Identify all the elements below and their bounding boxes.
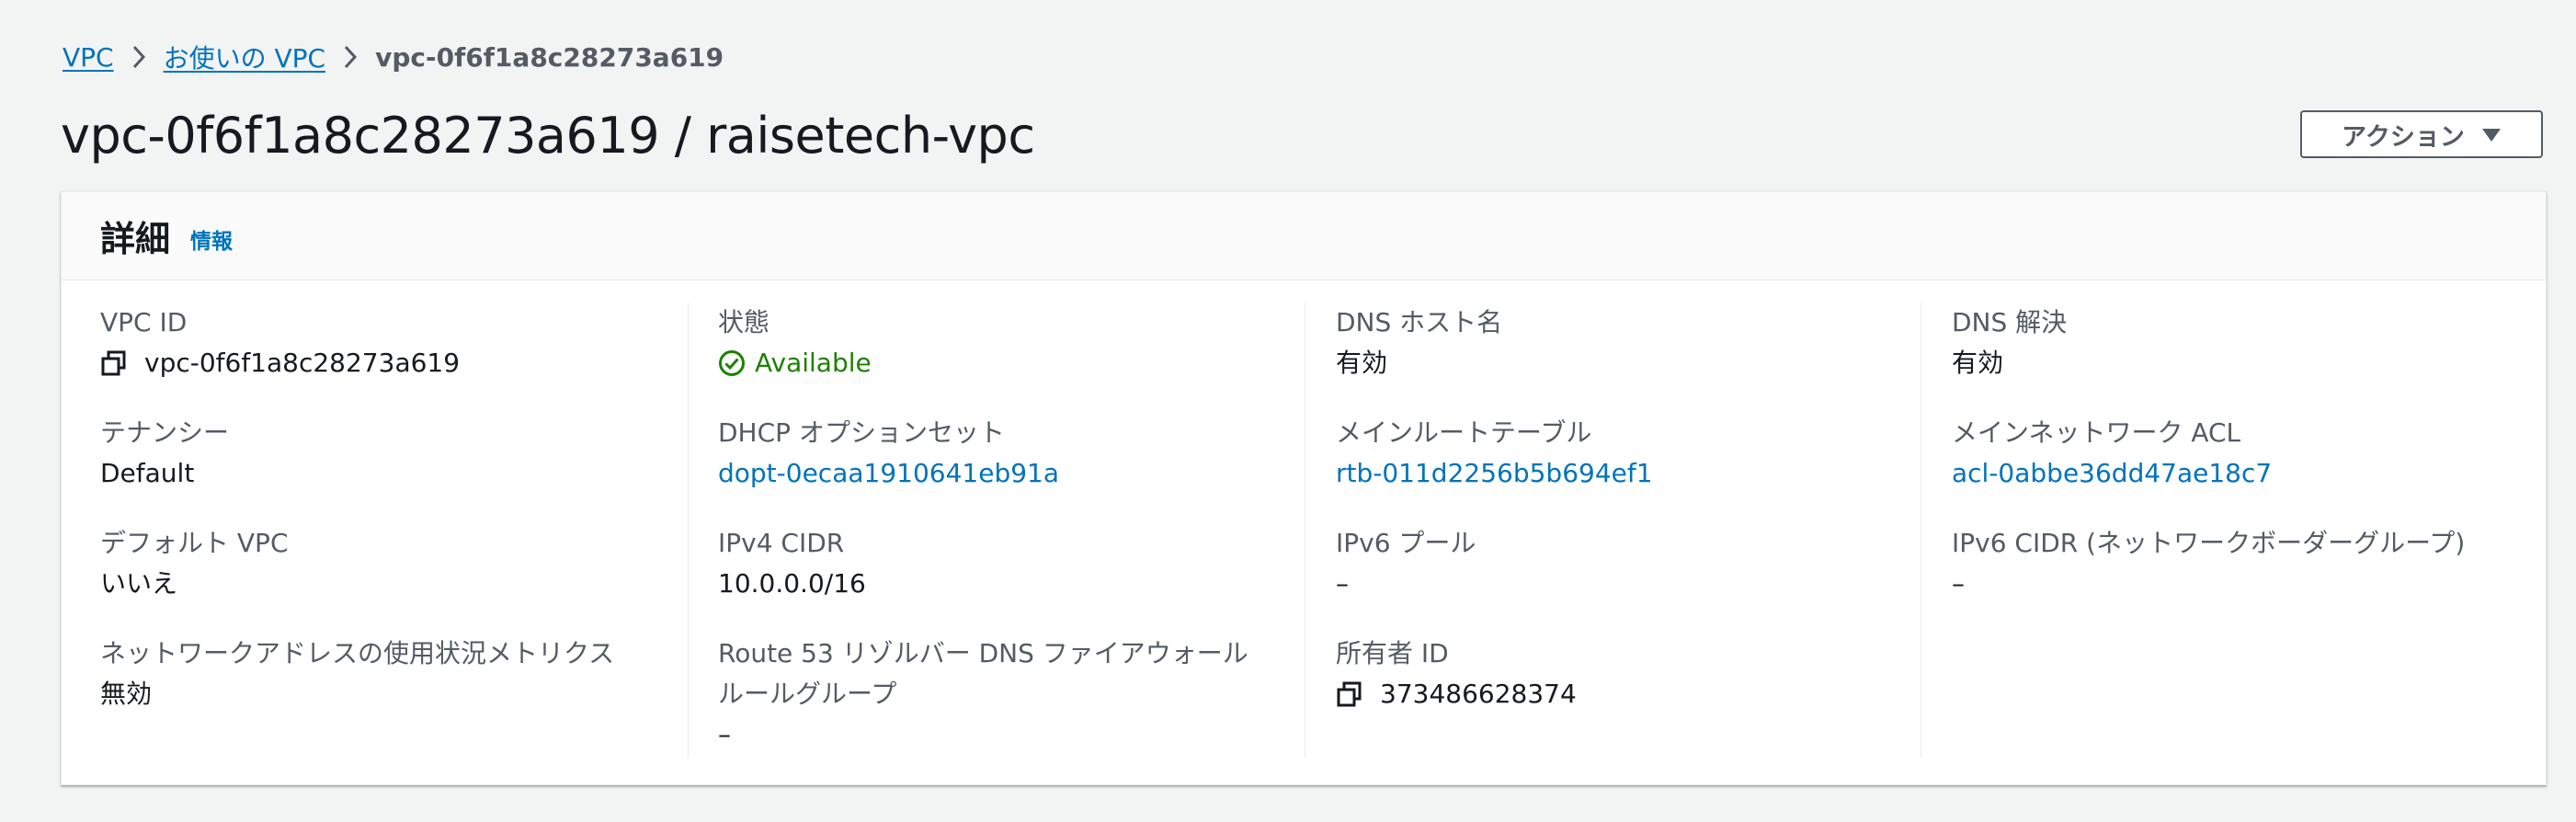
field-label: DNS ホスト名 [1336, 307, 1503, 337]
main-route-table-link[interactable]: rtb-011d2256b5b694ef1 [1336, 453, 1887, 494]
field-label: IPv6 プール [1336, 528, 1476, 558]
field-label: 状態 [718, 307, 770, 337]
field-label: IPv4 CIDR [718, 528, 845, 558]
network-address-usage-metrics-field: ネットワークアドレスの使用状況メトリクス 無効 [100, 634, 652, 744]
dns-hostnames-value: 有効 [1336, 348, 1388, 378]
field-label: ネットワークアドレスの使用状況メトリクス [100, 638, 615, 668]
owner-id-value: 373486628374 [1380, 679, 1577, 709]
copy-icon[interactable] [100, 349, 128, 377]
ipv6-pool-field: IPv6 プール – [1336, 523, 1887, 634]
default-vpc-field: デフォルト VPC いいえ [100, 523, 652, 634]
ipv6-pool-value: – [1336, 568, 1349, 599]
field-label: IPv6 CIDR (ネットワークボーダーグループ) [1952, 528, 2466, 558]
caret-down-icon [2481, 120, 2502, 149]
default-vpc-value: いいえ [100, 568, 178, 599]
state-value: Available [755, 348, 872, 378]
field-label: DHCP オプションセット [718, 417, 1005, 448]
copy-icon[interactable] [1336, 680, 1363, 708]
field-label: Route 53 リゾルバー DNS ファイアウォールルールグループ [718, 638, 1248, 709]
details-container: 詳細 情報 VPC ID vpc-0f6f1a8c28273a619 テナンシー… [61, 191, 2547, 785]
details-column-2: 状態 Available DHCP オプションセット dopt-0ecaa191… [718, 303, 1270, 749]
field-label: デフォルト VPC [100, 528, 289, 558]
details-header: 詳細 情報 [62, 192, 2546, 280]
main-route-table-field: メインルートテーブル rtb-011d2256b5b694ef1 [1336, 413, 1887, 523]
dns-hostnames-field: DNS ホスト名 有効 [1336, 303, 1887, 413]
actions-button[interactable]: アクション [2300, 110, 2543, 158]
dns-resolution-field: DNS 解決 有効 [1952, 303, 2503, 413]
route53-resolver-dns-firewall-field: Route 53 リゾルバー DNS ファイアウォールルールグループ – [718, 634, 1270, 749]
details-column-3: DNS ホスト名 有効 メインルートテーブル rtb-011d2256b5b69… [1336, 303, 1887, 744]
dhcp-option-set-field: DHCP オプションセット dopt-0ecaa1910641eb91a [718, 413, 1270, 523]
breadcrumb: VPC お使いの VPC vpc-0f6f1a8c28273a619 [63, 37, 724, 77]
main-network-acl-field: メインネットワーク ACL acl-0abbe36dd47ae18c7 [1952, 413, 2503, 523]
ipv6-cidr-field: IPv6 CIDR (ネットワークボーダーグループ) – [1952, 523, 2503, 634]
column-divider [688, 303, 689, 759]
vpc-id-field: VPC ID vpc-0f6f1a8c28273a619 [100, 303, 652, 413]
tenancy-field: テナンシー Default [100, 413, 652, 523]
vpc-id-value: vpc-0f6f1a8c28273a619 [144, 348, 461, 378]
details-column-4: DNS 解決 有効 メインネットワーク ACL acl-0abbe36dd47a… [1952, 303, 2503, 634]
field-label: テナンシー [100, 417, 230, 448]
actions-button-label: アクション [2342, 122, 2465, 152]
details-columns: VPC ID vpc-0f6f1a8c28273a619 テナンシー Defau… [62, 303, 2546, 762]
breadcrumb-link-your-vpcs[interactable]: お使いの VPC [164, 39, 326, 75]
status-available-icon [718, 349, 746, 377]
details-title: 詳細 [100, 219, 171, 259]
field-label: メインルートテーブル [1336, 417, 1592, 448]
chevron-right-icon [325, 37, 375, 77]
field-label: 所有者 ID [1336, 638, 1449, 668]
info-link[interactable]: 情報 [190, 223, 233, 255]
main-network-acl-link[interactable]: acl-0abbe36dd47ae18c7 [1952, 453, 2503, 494]
state-field: 状態 Available [718, 303, 1270, 413]
ipv6-cidr-value: – [1952, 568, 1965, 599]
field-label: VPC ID [100, 307, 188, 337]
details-column-1: VPC ID vpc-0f6f1a8c28273a619 テナンシー Defau… [100, 303, 652, 744]
ipv4-cidr-value: 10.0.0.0/16 [718, 568, 866, 599]
dns-resolution-value: 有効 [1952, 348, 2004, 378]
route53-resolver-dns-firewall-value: – [718, 719, 731, 749]
page-title: vpc-0f6f1a8c28273a619 / raisetech-vpc [61, 107, 1035, 165]
owner-id-field: 所有者 ID 373486628374 [1336, 634, 1887, 744]
ipv4-cidr-field: IPv4 CIDR 10.0.0.0/16 [718, 523, 1270, 634]
field-label: メインネットワーク ACL [1952, 417, 2241, 448]
dhcp-option-set-link[interactable]: dopt-0ecaa1910641eb91a [718, 453, 1270, 494]
breadcrumb-link-vpc[interactable]: VPC [63, 42, 114, 73]
field-label: DNS 解決 [1952, 307, 2068, 337]
tenancy-value: Default [100, 458, 195, 488]
chevron-right-icon [114, 37, 164, 77]
network-address-usage-metrics-value: 無効 [100, 679, 153, 709]
breadcrumb-current: vpc-0f6f1a8c28273a619 [375, 41, 724, 73]
